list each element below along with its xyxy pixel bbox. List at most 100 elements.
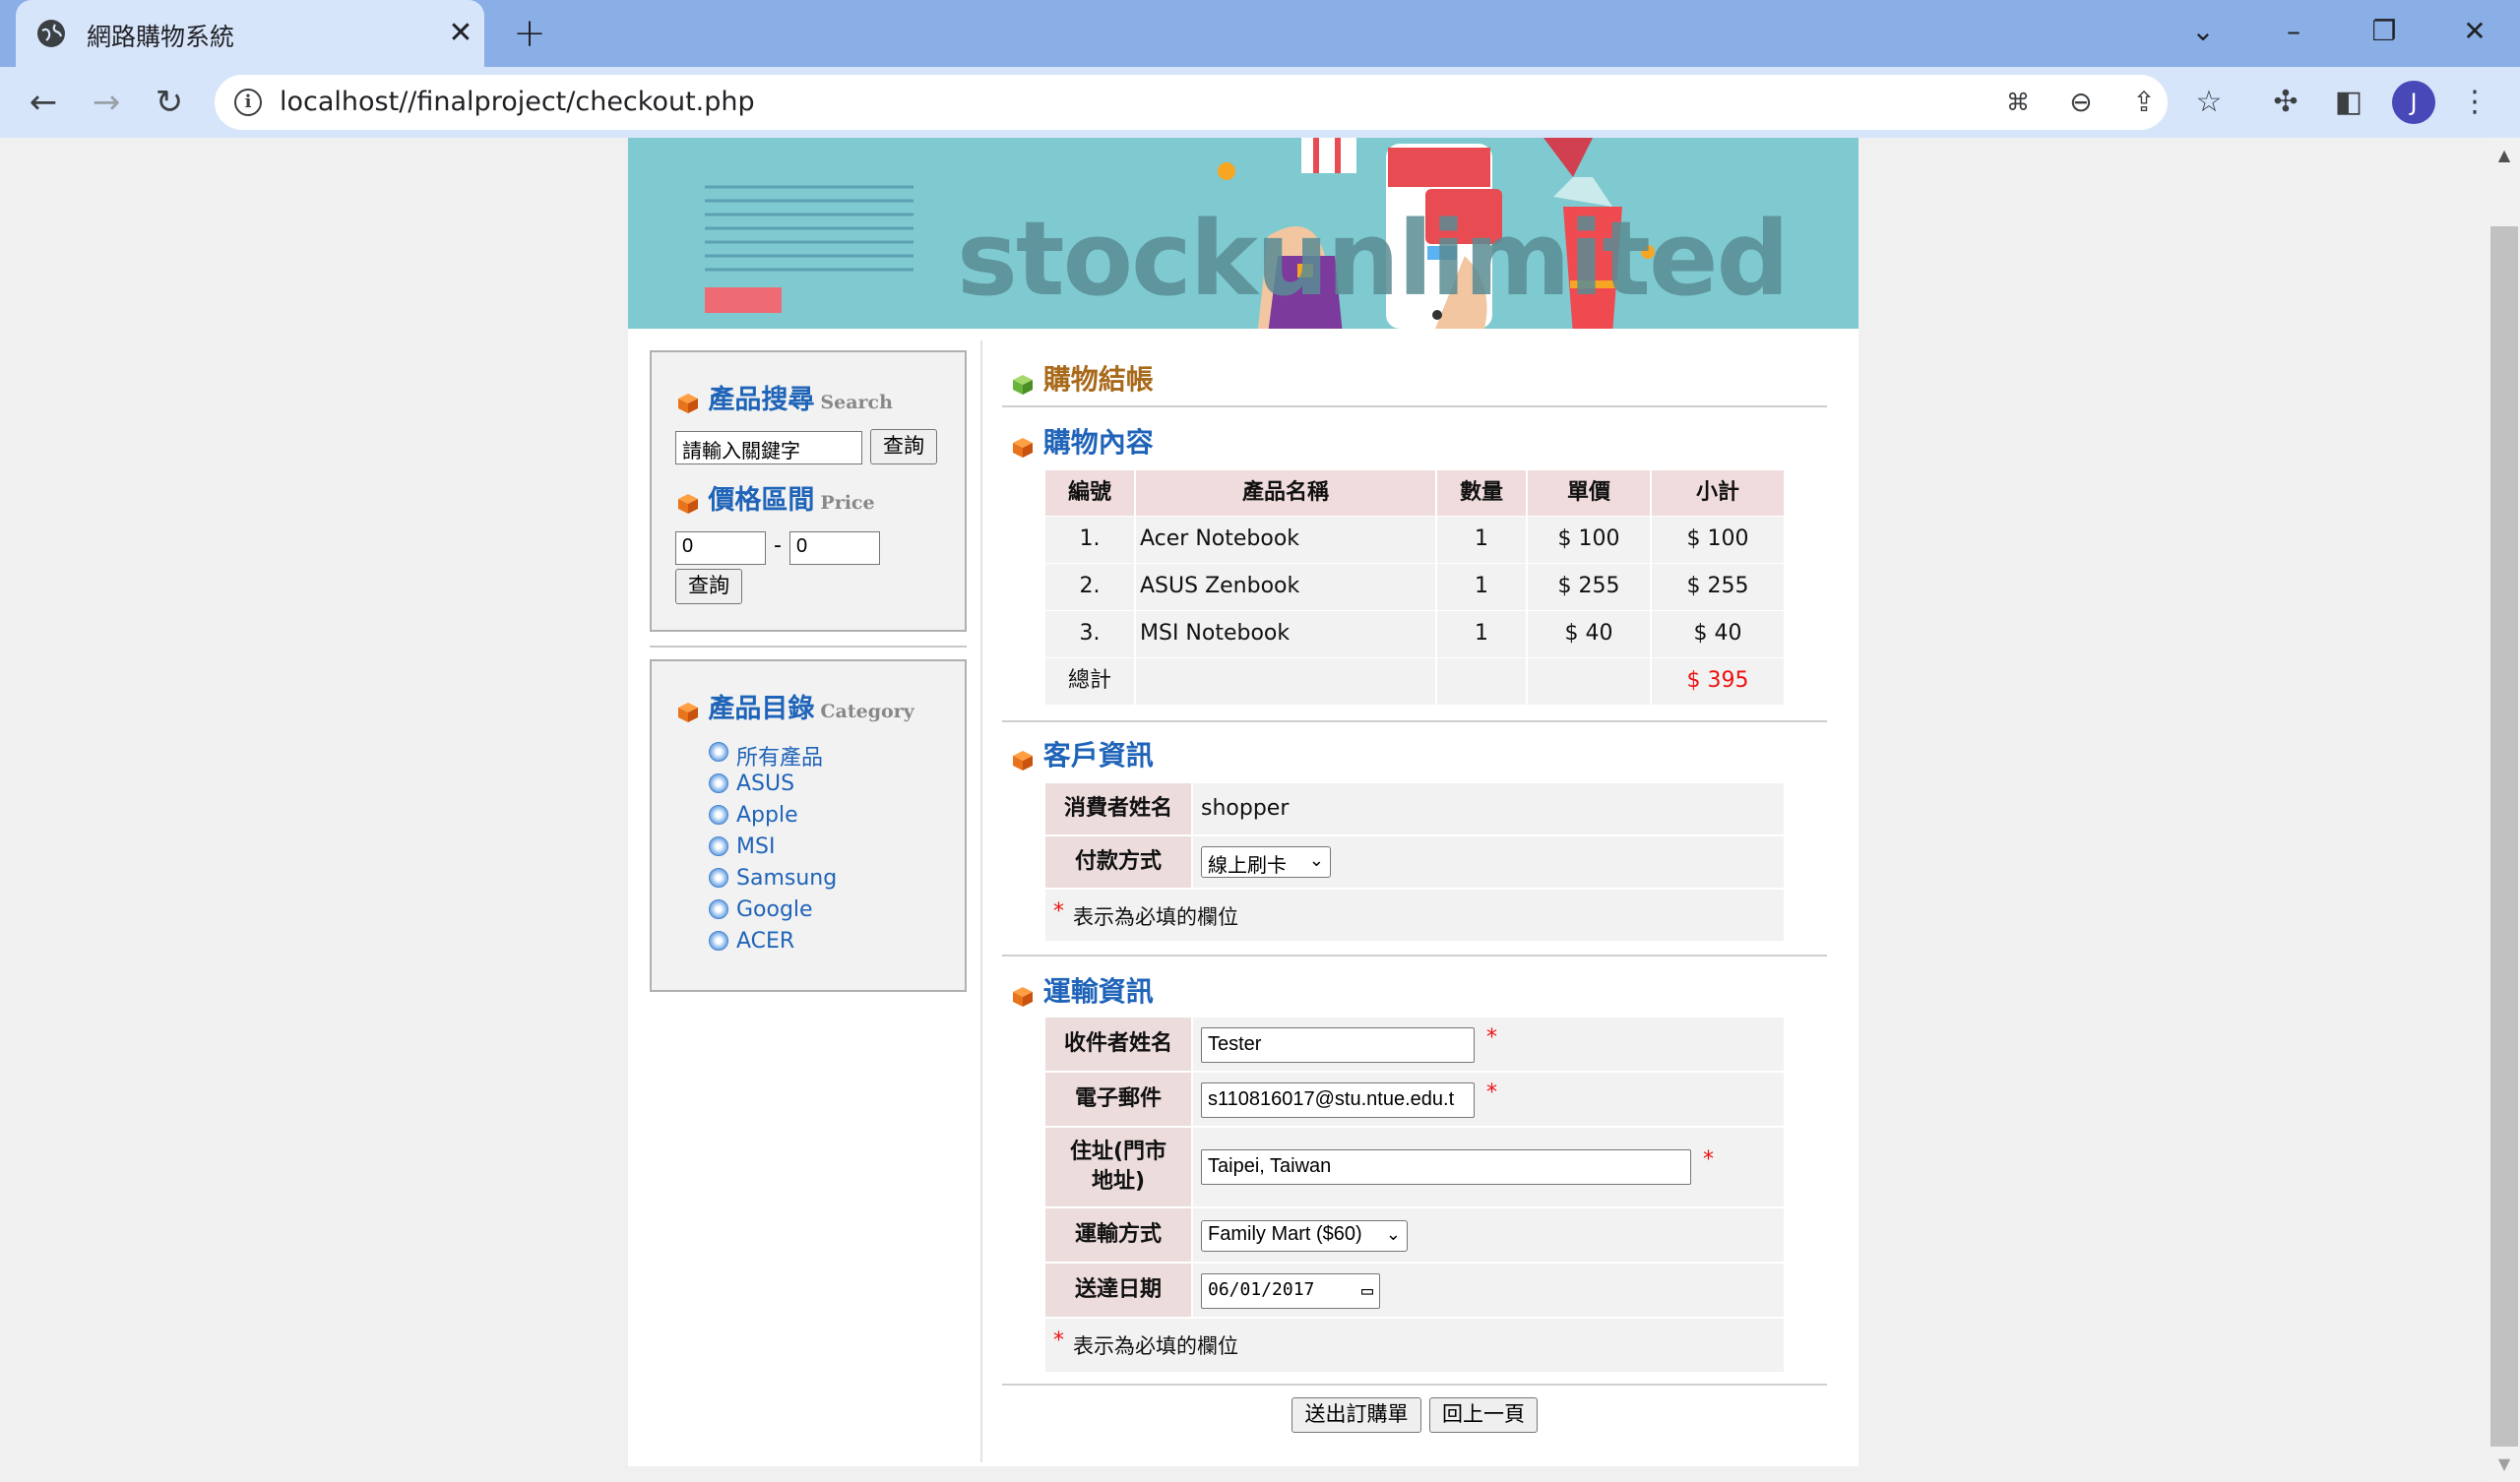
- consumer-name-label: 消費者姓名: [1045, 783, 1191, 834]
- side-panel-icon[interactable]: ◧: [2325, 79, 2372, 126]
- back-button[interactable]: 回上一頁: [1429, 1397, 1538, 1433]
- close-tab-icon[interactable]: ✕: [441, 14, 480, 53]
- bullet-icon: [709, 899, 728, 919]
- category-title: 產品目錄: [708, 694, 815, 724]
- minimize-icon[interactable]: –: [2266, 6, 2321, 57]
- cell-subtotal: $ 40: [1652, 610, 1784, 657]
- bullet-icon: [709, 773, 728, 793]
- tab-strip: 網路購物系統 ✕ + ⌄ – ❐ ✕: [0, 0, 2520, 67]
- category-item-asus[interactable]: ASUS: [709, 772, 794, 796]
- back-icon[interactable]: ←: [20, 79, 67, 126]
- tab-search-chevron-icon[interactable]: ⌄: [2175, 6, 2231, 57]
- scroll-thumb[interactable]: [2490, 226, 2518, 1447]
- site-info-icon[interactable]: i: [234, 89, 262, 116]
- cell-name: ASUS Zenbook: [1136, 563, 1435, 610]
- orange-cube-icon: [677, 700, 699, 722]
- url-text[interactable]: localhost//finalproject/checkout.php: [280, 87, 755, 117]
- page-container: stockunlimited 產品搜尋 Search 請輸入關鍵字 查詢 價格區間…: [628, 138, 1858, 1466]
- category-item-acer[interactable]: ACER: [709, 929, 794, 954]
- restore-icon[interactable]: ❐: [2357, 6, 2412, 57]
- zoom-icon[interactable]: ⊖: [2061, 83, 2101, 122]
- price-search-button[interactable]: 查詢: [675, 569, 742, 604]
- shipping-divider: [1002, 1384, 1827, 1386]
- checkout-content: 購物結帳 購物內容 編號 產品名稱 數量 單價 小計 1. Acer Noteb…: [1002, 138, 1839, 1466]
- bullet-icon: [709, 742, 728, 762]
- total-value: $ 395: [1652, 657, 1784, 705]
- required-asterisk: *: [1703, 1147, 1714, 1172]
- orange-cube-icon: [677, 491, 699, 514]
- page-title: 購物結帳: [1042, 363, 1154, 396]
- price-title-en: Price: [820, 492, 875, 514]
- cell-subtotal: $ 255: [1652, 563, 1784, 610]
- consumer-name-value: shopper: [1193, 783, 1784, 834]
- browser-tab[interactable]: 網路購物系統 ✕: [16, 0, 484, 67]
- category-panel: 產品目錄 Category 所有產品 ASUS Apple MSI Samsung…: [650, 659, 967, 992]
- address-input[interactable]: Taipei, Taiwan: [1201, 1149, 1691, 1185]
- cart-divider: [1002, 720, 1827, 722]
- calendar-icon[interactable]: ▭: [1361, 1278, 1373, 1302]
- menu-kebab-icon[interactable]: ⋮: [2451, 79, 2498, 126]
- price-min-input[interactable]: 0: [675, 531, 766, 565]
- category-item-msi[interactable]: MSI: [709, 834, 775, 859]
- price-range-separator: -: [774, 533, 782, 558]
- price-title: 價格區間: [708, 485, 815, 516]
- delivery-date-input[interactable]: 06/01/2017 ▭: [1201, 1273, 1380, 1309]
- close-window-icon[interactable]: ✕: [2447, 6, 2502, 57]
- table-row: 3. MSI Notebook 1 $ 40 $ 40: [1045, 610, 1784, 657]
- required-note: 表示為必填的欄位: [1073, 1334, 1238, 1358]
- shipping-method-select[interactable]: Family Mart ($60) ⌄: [1201, 1220, 1408, 1252]
- cell-subtotal: $ 100: [1652, 516, 1784, 563]
- recipient-input[interactable]: Tester: [1201, 1027, 1475, 1063]
- bookmark-star-icon[interactable]: ☆: [2185, 79, 2233, 126]
- shipping-table: 收件者姓名 Tester * 電子郵件 s110816017@stu.ntue.…: [1045, 1018, 1784, 1374]
- extensions-icon[interactable]: ✣: [2262, 79, 2309, 126]
- scroll-up-arrow-icon[interactable]: ▲: [2488, 146, 2520, 169]
- bullet-icon: [709, 836, 728, 856]
- delivery-date-label: 送達日期: [1045, 1264, 1191, 1317]
- customer-table: 消費者姓名 shopper 付款方式 線上刷卡 ⌄ * 表示為必填的欄位: [1045, 783, 1784, 941]
- cell-no: 2.: [1045, 563, 1134, 610]
- scroll-down-arrow-icon[interactable]: ▼: [2488, 1454, 2520, 1478]
- share-icon[interactable]: ⇪: [2124, 83, 2164, 122]
- payment-label: 付款方式: [1045, 836, 1191, 888]
- search-button[interactable]: 查詢: [870, 429, 937, 464]
- price-max-input[interactable]: 0: [789, 531, 880, 565]
- page-viewport: stockunlimited 產品搜尋 Search 請輸入關鍵字 查詢 價格區間…: [0, 138, 2488, 1482]
- forward-icon[interactable]: →: [83, 79, 130, 126]
- profile-avatar[interactable]: J: [2392, 81, 2435, 124]
- category-item-google[interactable]: Google: [709, 897, 813, 922]
- search-title-en: Search: [820, 392, 893, 413]
- cell-name: MSI Notebook: [1136, 610, 1435, 657]
- new-tab-icon[interactable]: +: [508, 12, 551, 55]
- cell-qty: 1: [1437, 563, 1526, 610]
- orange-cube-icon: [1012, 433, 1034, 458]
- payment-select[interactable]: 線上刷卡 ⌄: [1201, 846, 1331, 878]
- table-row: 1. Acer Notebook 1 $ 100 $ 100: [1045, 516, 1784, 563]
- title-divider: [1002, 405, 1827, 407]
- col-header-qty: 數量: [1437, 470, 1526, 516]
- search-title: 產品搜尋: [708, 385, 815, 415]
- table-row: 2. ASUS Zenbook 1 $ 255 $ 255: [1045, 563, 1784, 610]
- translate-icon[interactable]: ⌘: [1998, 83, 2038, 122]
- category-item-samsung[interactable]: Samsung: [709, 866, 837, 891]
- reload-icon[interactable]: ↻: [146, 79, 193, 126]
- cart-header-row: 編號 產品名稱 數量 單價 小計: [1045, 470, 1784, 516]
- total-row: 總計 $ 395: [1045, 657, 1784, 705]
- chevron-down-icon: ⌄: [1385, 1224, 1401, 1244]
- page-scrollbar[interactable]: ▲ ▼: [2488, 138, 2520, 1482]
- column-divider: [980, 340, 982, 1462]
- email-input[interactable]: s110816017@stu.ntue.edu.t: [1201, 1082, 1475, 1118]
- shipping-method-label: 運輸方式: [1045, 1208, 1191, 1262]
- category-item-all[interactable]: 所有產品: [709, 740, 823, 772]
- orange-cube-icon: [677, 391, 699, 413]
- address-bar[interactable]: i localhost//finalproject/checkout.php ⌘…: [215, 75, 2168, 130]
- customer-section-title: 客戶資訊: [1042, 739, 1154, 772]
- category-item-apple[interactable]: Apple: [709, 803, 798, 828]
- col-header-name: 產品名稱: [1136, 470, 1435, 516]
- submit-order-button[interactable]: 送出訂購單: [1292, 1397, 1421, 1433]
- category-title-en: Category: [820, 701, 914, 722]
- cart-section-title: 購物內容: [1042, 426, 1154, 459]
- address-label: 住址(門市地址): [1045, 1128, 1191, 1206]
- cell-qty: 1: [1437, 610, 1526, 657]
- keyword-input[interactable]: 請輸入關鍵字: [675, 431, 862, 464]
